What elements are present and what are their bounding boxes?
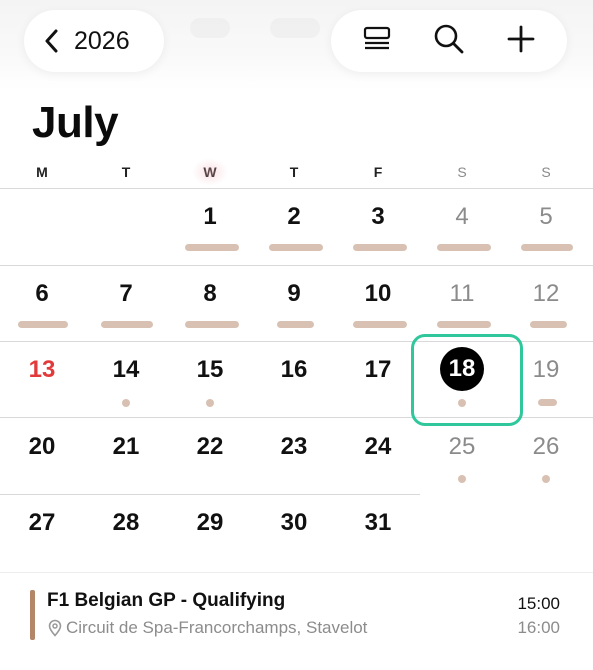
- event-dot: [458, 475, 466, 483]
- day-cell[interactable]: 9: [252, 274, 336, 314]
- event-end-time: 16:00: [517, 618, 560, 637]
- day-cell[interactable]: 31: [336, 503, 420, 543]
- multi-day-event-bar: [521, 244, 573, 251]
- multi-day-event-bar: [538, 399, 557, 406]
- weekday-label: T: [289, 164, 299, 180]
- day-cell[interactable]: 19: [504, 350, 588, 390]
- multi-day-event-bar: [530, 321, 567, 328]
- day-cell[interactable]: 29: [168, 503, 252, 543]
- divider: [0, 188, 593, 189]
- event-dot: [458, 399, 466, 407]
- weekday-label: S: [541, 164, 551, 180]
- year-label: 2026: [74, 26, 130, 55]
- event-start-time: 15:00: [517, 594, 560, 613]
- weekday-label: F: [373, 164, 383, 180]
- day-cell[interactable]: 5: [504, 197, 588, 237]
- search-button[interactable]: [426, 18, 472, 64]
- search-icon: [433, 23, 465, 60]
- day-cell[interactable]: 27: [0, 503, 84, 543]
- day-cell[interactable]: 15: [168, 350, 252, 390]
- weekday-label: T: [121, 164, 131, 180]
- divider: [0, 494, 420, 495]
- day-cell[interactable]: 26: [504, 427, 588, 467]
- day-cell[interactable]: 30: [252, 503, 336, 543]
- event-dot: [542, 475, 550, 483]
- day-cell[interactable]: 13: [0, 350, 84, 390]
- event-dot: [122, 399, 130, 407]
- weekday-label: W: [168, 158, 252, 186]
- day-cell[interactable]: 25: [420, 427, 504, 467]
- event-list-item[interactable]: F1 Belgian GP - Qualifying Circuit de Sp…: [30, 588, 570, 642]
- day-cell[interactable]: 21: [84, 427, 168, 467]
- day-cell[interactable]: 8: [168, 274, 252, 314]
- day-cell[interactable]: 14: [84, 350, 168, 390]
- day-cell[interactable]: 20: [0, 427, 84, 467]
- multi-day-event-bar: [437, 244, 491, 251]
- multi-day-event-bar: [185, 321, 239, 328]
- event-location-text: Circuit de Spa-Francorchamps, Stavelot: [66, 618, 368, 637]
- day-cell[interactable]: 4: [420, 197, 504, 237]
- weekday-header: M T W T F S S: [0, 158, 593, 186]
- event-title: F1 Belgian GP - Qualifying: [47, 590, 286, 611]
- back-to-year-button[interactable]: 2026: [24, 10, 164, 72]
- day-cell[interactable]: 28: [84, 503, 168, 543]
- chevron-left-icon: [44, 29, 64, 53]
- multi-day-event-bar: [101, 321, 153, 328]
- plus-icon: [507, 25, 535, 58]
- weekday-label: M: [36, 164, 48, 180]
- day-cell[interactable]: 2: [252, 197, 336, 237]
- blurred-background: [270, 18, 320, 38]
- divider: [0, 265, 593, 266]
- day-cell[interactable]: 7: [84, 274, 168, 314]
- day-cell[interactable]: 17: [336, 350, 420, 390]
- multi-day-event-bar: [437, 321, 491, 328]
- multi-day-event-bar: [185, 244, 239, 251]
- month-title: July: [32, 98, 119, 147]
- multi-day-event-bar: [353, 321, 407, 328]
- toolbar-actions: [331, 10, 567, 72]
- blurred-background: [190, 18, 230, 38]
- day-cell[interactable]: 6: [0, 274, 84, 314]
- event-dot: [206, 399, 214, 407]
- list-icon: [362, 26, 392, 57]
- day-cell[interactable]: 12: [504, 274, 588, 314]
- day-cell[interactable]: 24: [336, 427, 420, 467]
- day-cell[interactable]: 1: [168, 197, 252, 237]
- multi-day-event-bar: [277, 321, 314, 328]
- day-cell[interactable]: 10: [336, 274, 420, 314]
- day-cell[interactable]: 11: [420, 274, 504, 314]
- multi-day-event-bar: [269, 244, 323, 251]
- event-color-accent: [30, 590, 35, 640]
- day-cell[interactable]: 22: [168, 427, 252, 467]
- event-location: Circuit de Spa-Francorchamps, Stavelot: [47, 618, 367, 638]
- weekday-label: S: [457, 164, 467, 180]
- day-cell[interactable]: 3: [336, 197, 420, 237]
- list-view-button[interactable]: [354, 18, 400, 64]
- day-cell-today[interactable]: 18: [420, 349, 504, 389]
- day-cell[interactable]: 16: [252, 350, 336, 390]
- day-cell[interactable]: 23: [252, 427, 336, 467]
- divider: [0, 572, 593, 573]
- add-event-button[interactable]: [498, 18, 544, 64]
- multi-day-event-bar: [353, 244, 407, 251]
- multi-day-event-bar: [18, 321, 68, 328]
- location-pin-icon: [47, 619, 63, 637]
